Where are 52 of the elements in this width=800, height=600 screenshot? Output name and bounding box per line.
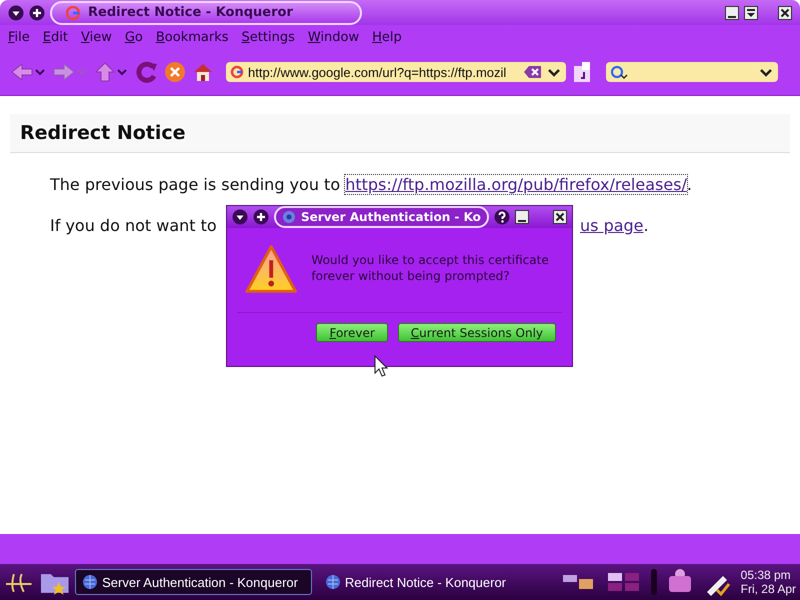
gear-icon — [282, 210, 296, 224]
home-icon[interactable] — [192, 61, 214, 83]
globe-icon — [324, 574, 341, 590]
shade-button[interactable] — [744, 6, 758, 20]
dialog-button[interactable]: Current Sessions Only — [398, 323, 556, 342]
url-text: http://www.google.com/url?q=https://ftp.mozil — [248, 64, 508, 80]
search-field[interactable] — [606, 62, 778, 82]
menu-item[interactable]: Edit — [42, 30, 75, 44]
previous-page-link[interactable]: us page — [580, 216, 644, 235]
sticky-button[interactable] — [253, 209, 269, 225]
google-search-icon — [610, 65, 628, 79]
note-icon[interactable] — [572, 60, 592, 84]
window-menu-button[interactable] — [232, 209, 248, 225]
window-title: Redirect Notice - Konqueror — [88, 5, 293, 20]
sticky-button[interactable] — [29, 4, 45, 20]
close-button[interactable] — [553, 210, 567, 224]
pager-icon[interactable] — [606, 571, 641, 593]
menu-item[interactable]: Bookmarks — [156, 30, 236, 44]
mouse-pointer-icon — [374, 355, 388, 377]
redirect-link[interactable]: https://ftp.mozilla.org/pub/firefox/releases/ — [345, 175, 687, 194]
cancel-text: If you do not want to — [50, 216, 217, 235]
window-menu-button[interactable] — [8, 4, 24, 20]
stop-icon[interactable] — [164, 61, 186, 83]
taskbar-task[interactable]: Server Authentication - Konqueror — [75, 569, 312, 595]
period-text: . — [686, 175, 692, 194]
dialog-title: Server Authentication - Ko — [301, 210, 481, 224]
minimize-button[interactable] — [725, 6, 739, 20]
divider-handle-icon — [650, 569, 657, 595]
menu-item[interactable]: Go — [124, 30, 150, 44]
warning-icon — [245, 244, 298, 294]
menu-item[interactable]: Settings — [242, 30, 302, 44]
close-button[interactable] — [778, 6, 792, 20]
minimize-button[interactable] — [514, 210, 529, 224]
dialog-message: Would you like to accept this certificate forever without being prompted? — [311, 252, 550, 285]
help-button[interactable] — [494, 209, 510, 225]
url-field[interactable]: http://www.google.com/url?q=https://ftp.mozil — [226, 62, 566, 82]
google-icon — [230, 65, 244, 79]
clock-time: 05:38 pm — [740, 568, 792, 582]
redirect-text: The previous page is sending you to — [50, 175, 342, 194]
globe-icon — [82, 574, 98, 590]
back-icon[interactable] — [10, 62, 46, 82]
dialog-button[interactable]: Forever — [316, 323, 388, 342]
clock-date: Fri, 28 Apr — [740, 582, 796, 596]
period-text: . — [644, 216, 649, 235]
menu-item[interactable]: Window — [308, 30, 366, 44]
page-heading: Redirect Notice — [10, 114, 790, 153]
menu-item[interactable]: View — [80, 30, 119, 44]
taskbar-task[interactable]: Redirect Notice - Konqueror — [318, 569, 555, 595]
clear-icon[interactable] — [524, 65, 542, 79]
menu-item[interactable]: Help — [372, 30, 409, 44]
google-icon — [66, 6, 80, 20]
menu-item[interactable]: File — [8, 30, 37, 44]
